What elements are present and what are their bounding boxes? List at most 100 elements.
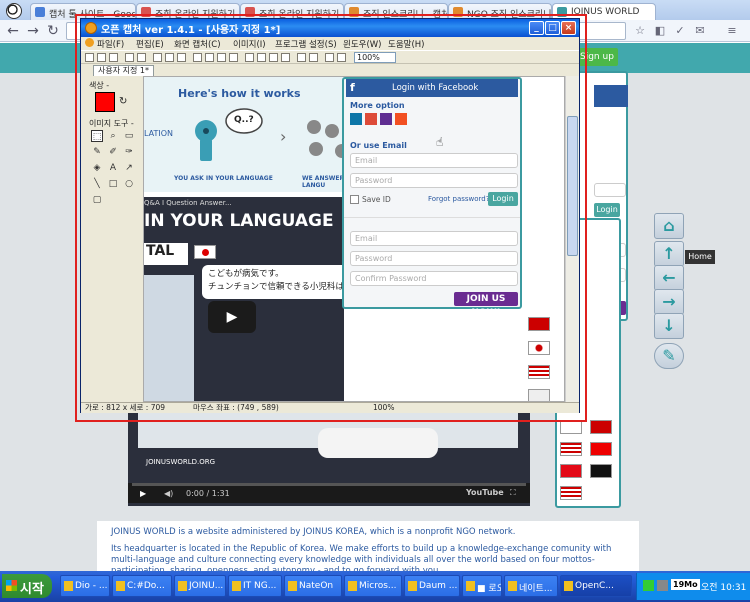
flag-icon[interactable]	[590, 442, 612, 456]
google-plus-icon[interactable]	[365, 113, 377, 125]
flag-icon[interactable]	[528, 341, 550, 355]
select-tool-icon[interactable]: ⬚	[91, 130, 103, 142]
rounded-rect-tool-icon[interactable]: ▢	[91, 194, 103, 206]
arrow-up-icon[interactable]: ↑	[654, 241, 684, 267]
flag-icon[interactable]	[560, 486, 582, 500]
arrow-right-icon[interactable]: →	[654, 289, 684, 315]
tray-icon[interactable]	[657, 580, 668, 591]
join-us-button[interactable]: JOIN US NOW!	[454, 292, 518, 318]
save-id-checkbox[interactable]	[350, 195, 359, 204]
close-button[interactable]: ×	[561, 21, 576, 35]
rotate-icon[interactable]	[269, 53, 278, 62]
video-progress-bar[interactable]	[132, 483, 526, 486]
capture-scroll-icon[interactable]	[229, 53, 238, 62]
email-input-fragment[interactable]	[594, 183, 626, 197]
video-play-button[interactable]: ▶	[208, 301, 256, 333]
linkedin-icon[interactable]	[350, 113, 362, 125]
join-email-input[interactable]: Email	[350, 231, 518, 246]
capture-full-icon[interactable]	[193, 53, 202, 62]
undo-icon[interactable]	[125, 53, 134, 62]
flag-icon[interactable]	[560, 420, 582, 434]
pencil-tool-icon[interactable]: ✎	[91, 146, 103, 158]
home-nav-button[interactable]: ⌂	[654, 213, 684, 239]
forgot-password-link[interactable]: Forgot password?	[428, 195, 489, 203]
open-icon[interactable]	[97, 53, 106, 62]
play-icon[interactable]: ▶	[140, 489, 146, 498]
reload-button[interactable]: ↻	[44, 22, 62, 40]
document-tab[interactable]: 사용자 지정 1*	[93, 65, 154, 76]
maximize-button[interactable]: □	[545, 21, 560, 35]
flag-icon[interactable]	[560, 442, 582, 456]
tray-badge[interactable]: 19Mo	[671, 579, 700, 590]
mail-extension-icon[interactable]: ✉	[692, 23, 708, 39]
taskbar-item[interactable]: Dio - ...	[60, 575, 110, 597]
menu-edit[interactable]: 편집(E)	[136, 38, 164, 50]
flag-icon[interactable]	[528, 317, 550, 331]
capture-region-icon[interactable]	[217, 53, 226, 62]
taskbar-item[interactable]: Daum ...	[404, 575, 460, 597]
facebook-login-button[interactable]: Login with Facebook	[346, 79, 518, 97]
foreground-color-swatch[interactable]	[95, 92, 115, 112]
taskbar-item[interactable]: ■ 로오리	[462, 575, 502, 597]
scroll-thumb[interactable]	[567, 116, 578, 256]
youtube-logo[interactable]: YouTube	[466, 488, 504, 497]
email-input[interactable]: Email	[350, 153, 518, 168]
taskbar-item[interactable]: Micros...	[344, 575, 402, 597]
flag-icon[interactable]	[590, 464, 612, 478]
zoom-out-icon[interactable]	[325, 53, 334, 62]
extension-icon[interactable]: ◧	[652, 23, 668, 39]
taskbar-item[interactable]: IT NG...	[228, 575, 282, 597]
taskbar-item[interactable]: NateOn	[284, 575, 342, 597]
flag-icon[interactable]	[528, 389, 550, 401]
cut-icon[interactable]	[153, 53, 162, 62]
resize-icon[interactable]	[245, 53, 254, 62]
capture-title-bar[interactable]: 오픈 캡처 ver 1.4.1 - [사용자 지정 1*] _ □ ×	[81, 19, 579, 37]
chrome-menu-icon[interactable]: ≡	[724, 23, 740, 39]
chat-bubble-icon[interactable]: ✎	[654, 343, 684, 369]
redo-icon[interactable]	[137, 53, 146, 62]
taskbar-item[interactable]: 네이트...	[504, 575, 558, 597]
vertical-scrollbar[interactable]	[565, 76, 579, 402]
check-extension-icon[interactable]: ✓	[672, 23, 688, 39]
save-icon[interactable]	[109, 53, 118, 62]
flip-icon[interactable]	[281, 53, 290, 62]
color-picker-icon[interactable]: ✑	[123, 146, 135, 158]
back-button[interactable]: ←	[4, 22, 22, 40]
fullscreen-icon[interactable]: ⛶	[510, 488, 516, 498]
login-button-fragment[interactable]: Login	[594, 203, 620, 217]
zoom-select[interactable]: 100%	[354, 52, 396, 63]
tray-icon[interactable]	[643, 580, 654, 591]
grayscale-icon[interactable]	[309, 53, 318, 62]
arrow-left-icon[interactable]: ←	[654, 265, 684, 291]
flag-icon[interactable]	[590, 420, 612, 434]
bookmark-star-icon[interactable]: ☆	[632, 23, 648, 39]
taskbar-item[interactable]: JOINU...	[174, 575, 226, 597]
text-tool-icon[interactable]: A	[107, 162, 119, 174]
eraser-tool-icon[interactable]: ▭	[123, 130, 135, 142]
arrow-down-icon[interactable]: ↓	[654, 313, 684, 339]
join-password-input[interactable]: Password	[350, 251, 518, 266]
flag-icon[interactable]	[528, 365, 550, 379]
taskbar-item-active[interactable]: OpenC...	[560, 575, 632, 597]
signup-button[interactable]: Sign up	[578, 48, 618, 66]
brush-tool-icon[interactable]: ✐	[107, 146, 119, 158]
capture-canvas[interactable]: Here's how it works LATION Q..? › YOU AS…	[143, 76, 565, 402]
line-tool-icon[interactable]: ╲	[91, 178, 103, 190]
copy-icon[interactable]	[165, 53, 174, 62]
menu-help[interactable]: 도움말(H)	[388, 38, 424, 50]
menu-capture[interactable]: 화면 캡처(C)	[174, 38, 221, 50]
confirm-password-input[interactable]: Confirm Password	[350, 271, 518, 286]
effect-icon[interactable]	[297, 53, 306, 62]
password-input[interactable]: Password	[350, 173, 518, 188]
start-button[interactable]: 시작	[2, 574, 52, 598]
zoom-in-icon[interactable]	[337, 53, 346, 62]
menu-settings[interactable]: 프로그램 설정(S)	[275, 38, 337, 50]
login-button[interactable]: Login	[488, 192, 518, 206]
forward-button[interactable]: →	[24, 22, 42, 40]
fill-tool-icon[interactable]: ◈	[91, 162, 103, 174]
arrow-tool-icon[interactable]: ↗	[123, 162, 135, 174]
swap-colors-icon[interactable]: ↻	[119, 96, 127, 107]
capture-window-icon[interactable]	[205, 53, 214, 62]
zoom-tool-icon[interactable]: ⌕	[107, 130, 119, 142]
volume-icon[interactable]: ◀)	[164, 489, 173, 498]
